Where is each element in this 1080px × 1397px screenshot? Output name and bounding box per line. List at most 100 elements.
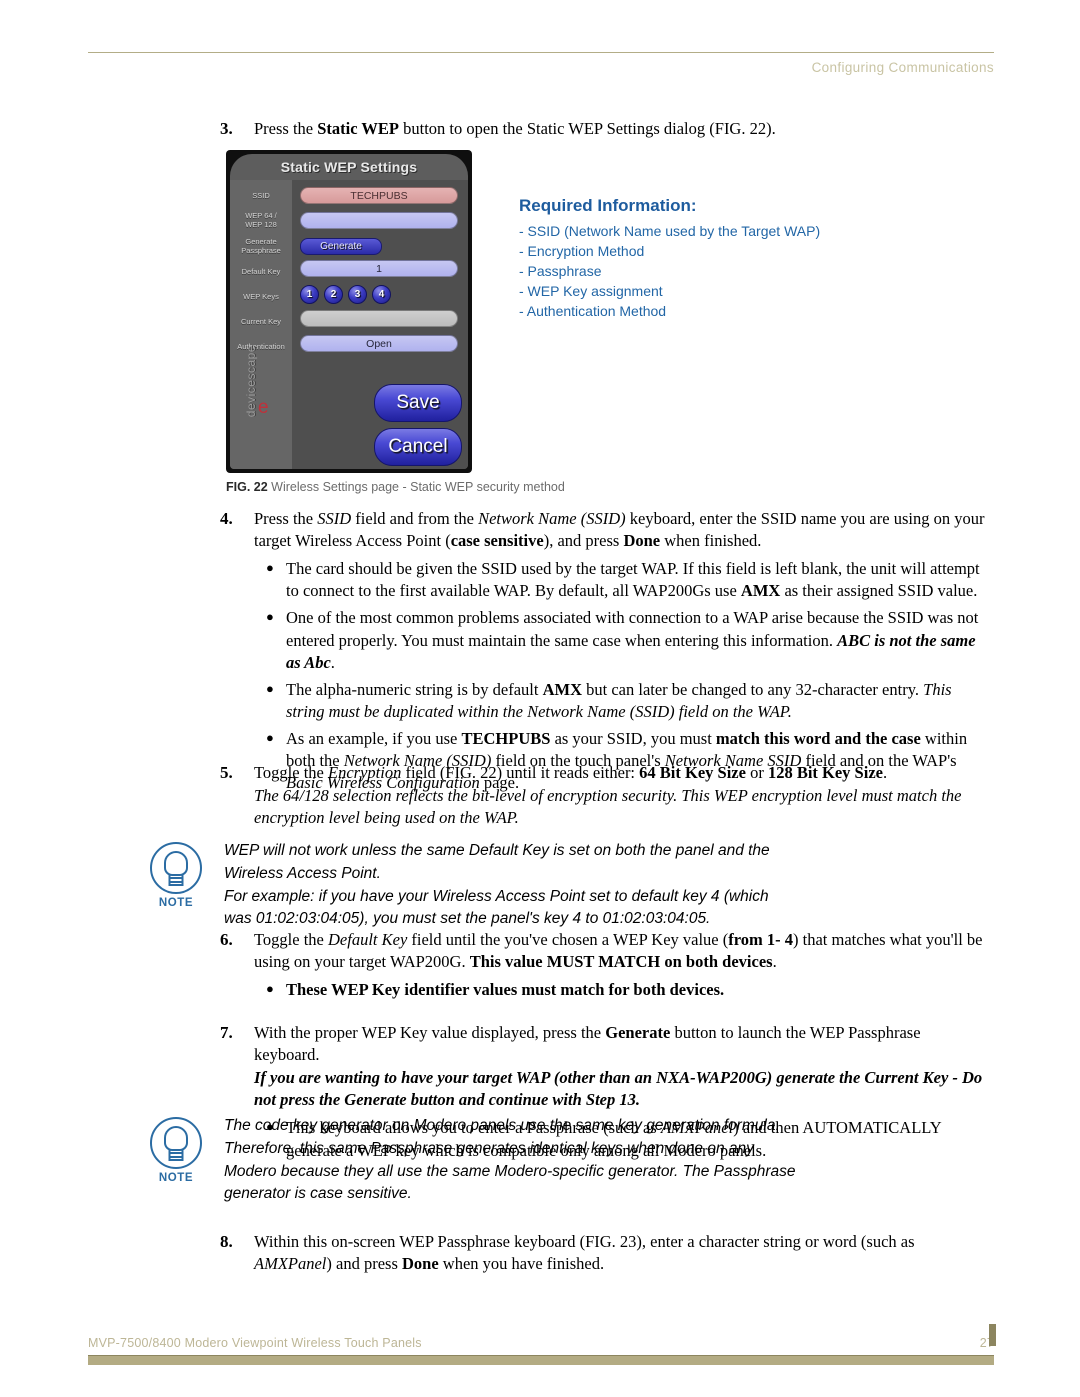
- step-5-text: Toggle the Encryption field (FIG. 22) un…: [254, 762, 990, 784]
- step-8-text-a: Within this on-screen WEP Passphrase key…: [254, 1232, 915, 1251]
- ssid-field[interactable]: TECHPUBS: [300, 187, 458, 204]
- footer-accent-bar: [88, 1324, 996, 1365]
- devicescape-e-icon: e: [258, 397, 269, 418]
- note-callout-1: NOTE WEP will not work unless the same D…: [128, 838, 988, 931]
- footer-doc-title: MVP-7500/8400 Modero Viewpoint Wireless …: [88, 1336, 422, 1350]
- step-6: 6. Toggle the Default Key field until th…: [220, 929, 990, 1006]
- step-7-text-a: With the proper WEP Key value displayed,…: [254, 1023, 606, 1042]
- step-4-body: Press the SSID field and from the Networ…: [254, 508, 990, 799]
- note-icon-label: NOTE: [158, 897, 194, 909]
- step-4-text: Press the SSID field and from the Networ…: [254, 508, 990, 552]
- step-6-body: Toggle the Default Key field until the y…: [254, 929, 990, 1006]
- label-wep-bits: WEP 64 / WEP 128: [230, 208, 292, 234]
- step-5-number: 5.: [220, 763, 233, 782]
- step-7-italic-note: If you are wanting to have your target W…: [254, 1068, 983, 1110]
- required-information-item: - Encryption Method: [519, 243, 645, 260]
- step-4-text-g: ), and press: [543, 531, 624, 551]
- note-icon-2: NOTE: [128, 1113, 224, 1206]
- step-8-text-e: when you have finished.: [438, 1254, 605, 1274]
- dialog-body: SSID WEP 64 / WEP 128 Generate Passphras…: [230, 180, 468, 469]
- bullet-text-b: AMX: [542, 679, 582, 699]
- step-4-text-h: Done: [623, 531, 661, 551]
- step-3-text-a: Press the: [254, 119, 318, 138]
- devicescape-wordmark: devicescape: [244, 345, 258, 418]
- step-5-text-f: 128 Bit Key Size: [767, 763, 883, 782]
- step-3: 3. Press the Static WEP button to open t…: [220, 118, 980, 141]
- step-6-text: Toggle the Default Key field until the y…: [254, 929, 990, 973]
- lightbulb-glass-icon: [164, 1126, 188, 1151]
- wep-bits-field[interactable]: [300, 212, 458, 229]
- figure-caption-text: Wireless Settings page - Static WEP secu…: [271, 480, 565, 494]
- bullet-item: ● One of the most common problems associ…: [254, 607, 990, 673]
- step-3-number: 3.: [220, 119, 233, 138]
- step-5-body: Toggle the Encryption field (FIG. 22) un…: [254, 762, 990, 829]
- required-information-item: - Passphrase: [519, 263, 602, 280]
- label-generate-passphrase: Generate Passphrase: [230, 234, 292, 260]
- required-information-item: - WEP Key assignment: [519, 283, 663, 300]
- wep-key-button-2[interactable]: 2: [324, 285, 343, 304]
- step-6-text-c: field until the you've chosen a WEP Key …: [407, 930, 729, 949]
- required-information-item: - SSID (Network Name used by the Target …: [519, 223, 821, 239]
- step-6-text-d: from 1- 4: [728, 930, 794, 949]
- save-button[interactable]: Save: [374, 384, 462, 422]
- figure-caption-number: FIG. 22: [226, 480, 268, 494]
- default-key-field[interactable]: 1: [300, 260, 458, 277]
- generate-button[interactable]: Generate: [300, 238, 382, 255]
- note-2-line: The code key generator on Modero panels …: [224, 1117, 780, 1134]
- wep-key-button-4[interactable]: 4: [372, 285, 391, 304]
- wep-key-button-1[interactable]: 1: [300, 285, 319, 304]
- note-callout-2: NOTE The code key generator on Modero pa…: [128, 1113, 988, 1206]
- figure-caption: FIG. 22 Wireless Settings page - Static …: [226, 480, 565, 494]
- step-8-number: 8.: [220, 1232, 233, 1251]
- bullet-text-b: AMX: [740, 581, 781, 601]
- label-default-key: Default Key: [241, 267, 281, 277]
- step-6-text-g: .: [772, 952, 777, 972]
- step-5-text-d: 64 Bit Key Size: [639, 763, 746, 782]
- step-8-text-c: ) and press: [326, 1254, 402, 1274]
- page-header: Configuring Communications: [88, 52, 994, 77]
- bullet-text: These WEP Key identifier values must mat…: [286, 980, 725, 1000]
- wep-key-button-3[interactable]: 3: [348, 285, 367, 304]
- note-1-line: For example: if you have your Wireless A…: [224, 887, 769, 905]
- bullet-dot-icon: ●: [266, 609, 274, 625]
- note-1-line: Wireless Access Point.: [224, 864, 381, 882]
- cancel-button[interactable]: Cancel: [374, 428, 462, 466]
- bullet-text-c: as your SSID, you must: [550, 728, 716, 748]
- authentication-field[interactable]: Open: [300, 335, 458, 352]
- bullet-item: ● The alpha-numeric string is by default…: [254, 679, 990, 723]
- step-4-text-a: Press the: [254, 509, 318, 528]
- page-footer: MVP-7500/8400 Modero Viewpoint Wireless …: [88, 1324, 996, 1365]
- devicescape-logo: devicescape e: [230, 345, 292, 463]
- step-4-number: 4.: [220, 509, 233, 528]
- note-1-line: was 01:02:03:04:05), you must set the pa…: [224, 910, 711, 928]
- page-footer-row: MVP-7500/8400 Modero Viewpoint Wireless …: [88, 1336, 994, 1355]
- step-3-body: Press the Static WEP button to open the …: [254, 118, 980, 141]
- step-8-text: Within this on-screen WEP Passphrase key…: [254, 1231, 995, 1275]
- step-8-body: Within this on-screen WEP Passphrase key…: [254, 1231, 995, 1275]
- header-title: Configuring Communications: [811, 60, 994, 75]
- step-5-text-g: .: [882, 763, 888, 782]
- bullet-dot-icon: ●: [266, 560, 274, 576]
- dialog-label-column: SSID WEP 64 / WEP 128 Generate Passphras…: [230, 180, 292, 469]
- bullet-text: The alpha-numeric string is by default A…: [286, 679, 990, 723]
- current-key-field[interactable]: [300, 310, 458, 327]
- lightbulb-glass-icon: [164, 851, 188, 876]
- required-information-title: Required Information:: [519, 196, 697, 215]
- bullet-text-d: match this word and the case: [715, 728, 921, 748]
- bullet-text-b: TECHPUBS: [461, 728, 551, 748]
- bullet-dot-icon: ●: [266, 981, 274, 997]
- dialog-label-list: SSID WEP 64 / WEP 128 Generate Passphras…: [230, 184, 292, 360]
- wep-key-buttons[interactable]: 1 2 3 4: [300, 285, 391, 304]
- step-8-text-b: AMXPanel: [254, 1254, 327, 1274]
- note-1-line: WEP will not work unless the same Defaul…: [224, 842, 770, 859]
- device-bezel: Static WEP Settings SSID WEP 64 / WEP 12…: [226, 150, 472, 473]
- bullet-text-a: The alpha-numeric string is by default: [286, 679, 543, 699]
- step-3-text: Press the Static WEP button to open the …: [254, 118, 980, 140]
- bullet-text: One of the most common problems associat…: [286, 607, 990, 673]
- footer-edge-tab: [989, 1324, 996, 1346]
- step-4-text-b: SSID: [317, 509, 352, 528]
- note-2-line: Modero because they all use the same Mod…: [224, 1162, 796, 1180]
- step-4-text-i: when finished.: [660, 531, 762, 551]
- figure-22-image: Static WEP Settings SSID WEP 64 / WEP 12…: [226, 150, 472, 473]
- bullet-text: The card should be given the SSID used b…: [286, 558, 990, 602]
